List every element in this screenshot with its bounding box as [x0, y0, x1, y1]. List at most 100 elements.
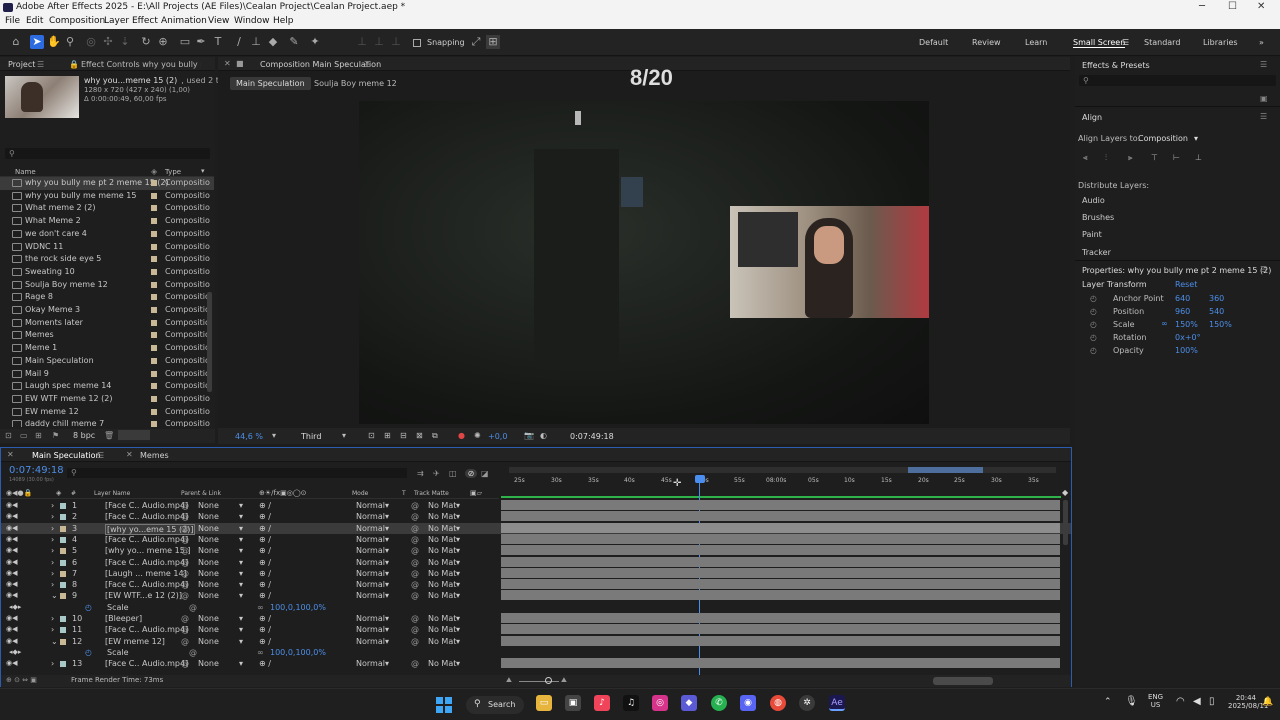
- project-scrollbar[interactable]: [207, 292, 212, 392]
- switch-icons[interactable]: ⊕ ∕: [259, 625, 271, 634]
- track-matte-select[interactable]: No Mat: [428, 546, 456, 555]
- switch-icons[interactable]: ⊕ ∕: [259, 512, 271, 521]
- mode-select[interactable]: Normal: [356, 659, 385, 668]
- parent-select[interactable]: None: [198, 512, 219, 521]
- tab-composition[interactable]: Composition Main Speculation: [260, 60, 381, 69]
- label-color[interactable]: [60, 661, 66, 668]
- rectangle-tool-icon[interactable]: ▭: [178, 35, 192, 49]
- visibility-audio-icons[interactable]: ◉◀: [6, 625, 18, 633]
- table-row[interactable]: ◉◀ ⌄ 9 [EW WTF...e 12 (2)] @ None ▾ ⊕ ∕ Normal ▾ @…: [1, 590, 1071, 601]
- exposure-value[interactable]: +0,0: [488, 432, 507, 441]
- clone-stamp-tool-icon[interactable]: ⊥: [249, 35, 263, 49]
- chevron-down-icon[interactable]: ▾: [456, 535, 460, 544]
- chevron-down-icon[interactable]: ▾: [239, 637, 243, 646]
- chevron-down-icon[interactable]: ▾: [239, 524, 243, 533]
- stopwatch-icon[interactable]: ◴: [85, 603, 92, 612]
- pan-tool-icon[interactable]: ✣: [101, 35, 115, 49]
- taskbar-search[interactable]: ⚲ Search: [466, 696, 524, 714]
- breadcrumb-main-speculation[interactable]: Main Speculation: [230, 77, 311, 90]
- roto-brush-tool-icon[interactable]: ✎: [287, 35, 301, 49]
- current-time[interactable]: 0:07:49:18: [570, 432, 614, 441]
- link-icon[interactable]: ∞: [257, 603, 264, 612]
- table-row[interactable]: ◉◀ › 6 [Face C.. Audio.mp4] @ None ▾ ⊕ ∕ Normal ▾…: [1, 556, 1071, 568]
- chevron-down-icon[interactable]: ▾: [456, 659, 460, 668]
- workspace-standard[interactable]: Standard: [1144, 38, 1180, 47]
- align-vcenter-icon[interactable]: ⊢: [1173, 153, 1180, 162]
- layer-bar[interactable]: [501, 533, 1060, 544]
- prop-value[interactable]: 150%: [1209, 320, 1232, 329]
- tiktok-icon[interactable]: ♫: [623, 695, 639, 711]
- list-item[interactable]: Mail 9 Compositio: [0, 368, 214, 381]
- prop-value[interactable]: 960: [1175, 307, 1190, 316]
- windows-start-icon[interactable]: [436, 697, 452, 713]
- switch-icons[interactable]: ⊕ ∕: [259, 637, 271, 646]
- expand-arrow-icon[interactable]: ›: [51, 512, 54, 521]
- chevron-down-icon[interactable]: ▾: [456, 512, 460, 521]
- align-right-icon[interactable]: ⫸: [1128, 153, 1133, 163]
- tab-effect-controls[interactable]: Effect Controls why you bully me pt: [81, 60, 201, 69]
- visibility-audio-icons[interactable]: ◉◀: [6, 580, 18, 588]
- col-name[interactable]: Name: [15, 168, 36, 176]
- visibility-audio-icons[interactable]: ◉◀: [6, 569, 18, 577]
- list-item[interactable]: we don't care 4 Compositio: [0, 228, 214, 241]
- matte-pickwhip-icon[interactable]: @: [411, 569, 419, 578]
- game-controller-icon[interactable]: ◆: [681, 695, 697, 711]
- pickwhip-icon[interactable]: @: [181, 535, 189, 544]
- volume-icon[interactable]: ◀: [1193, 696, 1201, 707]
- label-color[interactable]: [60, 548, 66, 555]
- expand-arrow-icon[interactable]: ›: [51, 535, 54, 544]
- switch-icons[interactable]: ⊕ ∕: [259, 535, 271, 544]
- chevron-down-icon[interactable]: ▾: [239, 580, 243, 589]
- pickwhip-icon[interactable]: @: [189, 603, 197, 612]
- switch-icons[interactable]: ⊕ ∕: [259, 546, 271, 555]
- stopwatch-icon[interactable]: ◴: [1090, 333, 1097, 342]
- col-track-matte[interactable]: Track Matte: [414, 490, 449, 497]
- layer-bar[interactable]: [501, 579, 1060, 590]
- layer-name[interactable]: [Face C.. Audio.mp4]: [105, 501, 188, 510]
- mode-select[interactable]: Normal: [356, 591, 385, 600]
- store-icon[interactable]: ▣: [565, 695, 581, 711]
- expand-arrow-icon[interactable]: ›: [51, 659, 54, 668]
- guides-icon[interactable]: ⊠: [416, 431, 423, 440]
- parent-select[interactable]: None: [198, 591, 219, 600]
- list-item[interactable]: Moments later Compositio: [0, 317, 214, 330]
- show-snapshot-icon[interactable]: ◐: [540, 431, 547, 440]
- chevron-down-icon[interactable]: ▾: [456, 625, 460, 634]
- table-row[interactable]: ◉◀ › 8 [Face C.. Audio.mp4] @ None ▾ ⊕ ∕ Normal ▾…: [1, 579, 1071, 590]
- menu-composition[interactable]: Composition: [49, 16, 105, 26]
- chevron-down-icon[interactable]: ▾: [385, 512, 389, 521]
- table-row[interactable]: ◉◀ › 3 [why yo...eme 15 (2)] @ None ▾ ⊕ ∕ Normal…: [1, 522, 1071, 535]
- prop-value[interactable]: 360: [1209, 294, 1224, 303]
- workspace-review[interactable]: Review: [972, 38, 1001, 47]
- chevron-down-icon[interactable]: ▾: [239, 591, 243, 600]
- interpret-footage-icon[interactable]: ⊡: [5, 431, 12, 440]
- track-matte-select[interactable]: No Mat: [428, 535, 456, 544]
- pickwhip-icon[interactable]: @: [181, 512, 189, 521]
- menu-file[interactable]: File: [5, 16, 20, 26]
- parent-select[interactable]: None: [198, 637, 219, 646]
- pickwhip-icon[interactable]: @: [181, 637, 189, 646]
- close-tab-icon[interactable]: ✕: [224, 59, 231, 68]
- close-icon[interactable]: ✕: [1257, 1, 1265, 12]
- menu-effect[interactable]: Effect: [132, 16, 158, 26]
- discord-icon[interactable]: ◉: [740, 695, 756, 711]
- table-row[interactable]: ◉◀ › 4 [Face C.. Audio.mp4] @ None ▾ ⊕ ∕ Normal ▾…: [1, 533, 1071, 545]
- switch-icons[interactable]: ⊕ ∕: [259, 659, 271, 668]
- parent-select[interactable]: None: [198, 569, 219, 578]
- track-matte-select[interactable]: No Mat: [428, 524, 456, 533]
- visibility-audio-icons[interactable]: ◉◀: [6, 591, 18, 599]
- layer-bar[interactable]: [501, 658, 1060, 669]
- adjust-settings-icon[interactable]: ⚑: [52, 431, 59, 440]
- label-color[interactable]: [60, 570, 66, 577]
- parent-select[interactable]: None: [198, 614, 219, 623]
- timeline-scrollbar[interactable]: [1063, 500, 1068, 545]
- matte-pickwhip-icon[interactable]: @: [411, 512, 419, 521]
- stopwatch-icon[interactable]: ◴: [1090, 320, 1097, 329]
- new-folder-icon[interactable]: ▭: [20, 431, 28, 440]
- menu-animation[interactable]: Animation: [161, 16, 207, 26]
- property-value[interactable]: 100,0,100,0%: [270, 603, 326, 612]
- property-row[interactable]: ◂◆▸ ◴ Scale @ ∞ 100,0,100,0%: [1, 602, 1071, 613]
- notifications-icon[interactable]: 🔔: [1262, 697, 1273, 707]
- snapshot-icon[interactable]: 📷: [524, 431, 534, 440]
- mode-select[interactable]: Normal: [356, 580, 385, 589]
